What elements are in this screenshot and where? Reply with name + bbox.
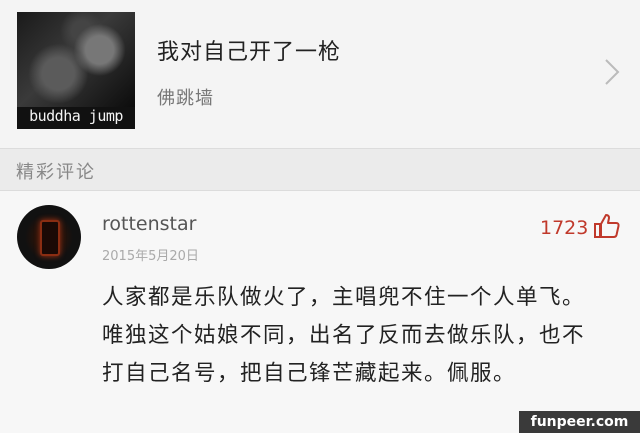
- comment-date: 2015年5月20日: [102, 249, 199, 264]
- avatar[interactable]: [17, 205, 81, 269]
- comment-text: 人家都是乐队做火了，主唱兜不住一个人单飞。唯独这个姑娘不同，出名了反而去做乐队，…: [102, 285, 586, 386]
- chevron-right-icon[interactable]: [603, 58, 621, 86]
- thumbs-up-icon[interactable]: [593, 213, 621, 239]
- album-cover-text: buddha jump: [29, 107, 123, 125]
- comment-item: rottenstar 2015年5月20日 1723 人家都是乐队做火了，主唱兜…: [0, 191, 640, 433]
- album-cover[interactable]: buddha jump: [17, 12, 135, 129]
- section-header: 精彩评论: [0, 148, 640, 191]
- song-card[interactable]: buddha jump 我对自己开了一枪 佛跳墙: [0, 0, 640, 148]
- album-art-image: [17, 12, 135, 107]
- song-title: 我对自己开了一枪: [157, 40, 342, 65]
- like-count[interactable]: 1723: [540, 217, 588, 239]
- watermark: funpeer.com: [519, 411, 640, 433]
- section-title: 精彩评论: [16, 162, 96, 183]
- song-artist: 佛跳墙: [157, 88, 214, 109]
- comment-username[interactable]: rottenstar: [102, 213, 196, 235]
- avatar-door-image: [40, 220, 60, 256]
